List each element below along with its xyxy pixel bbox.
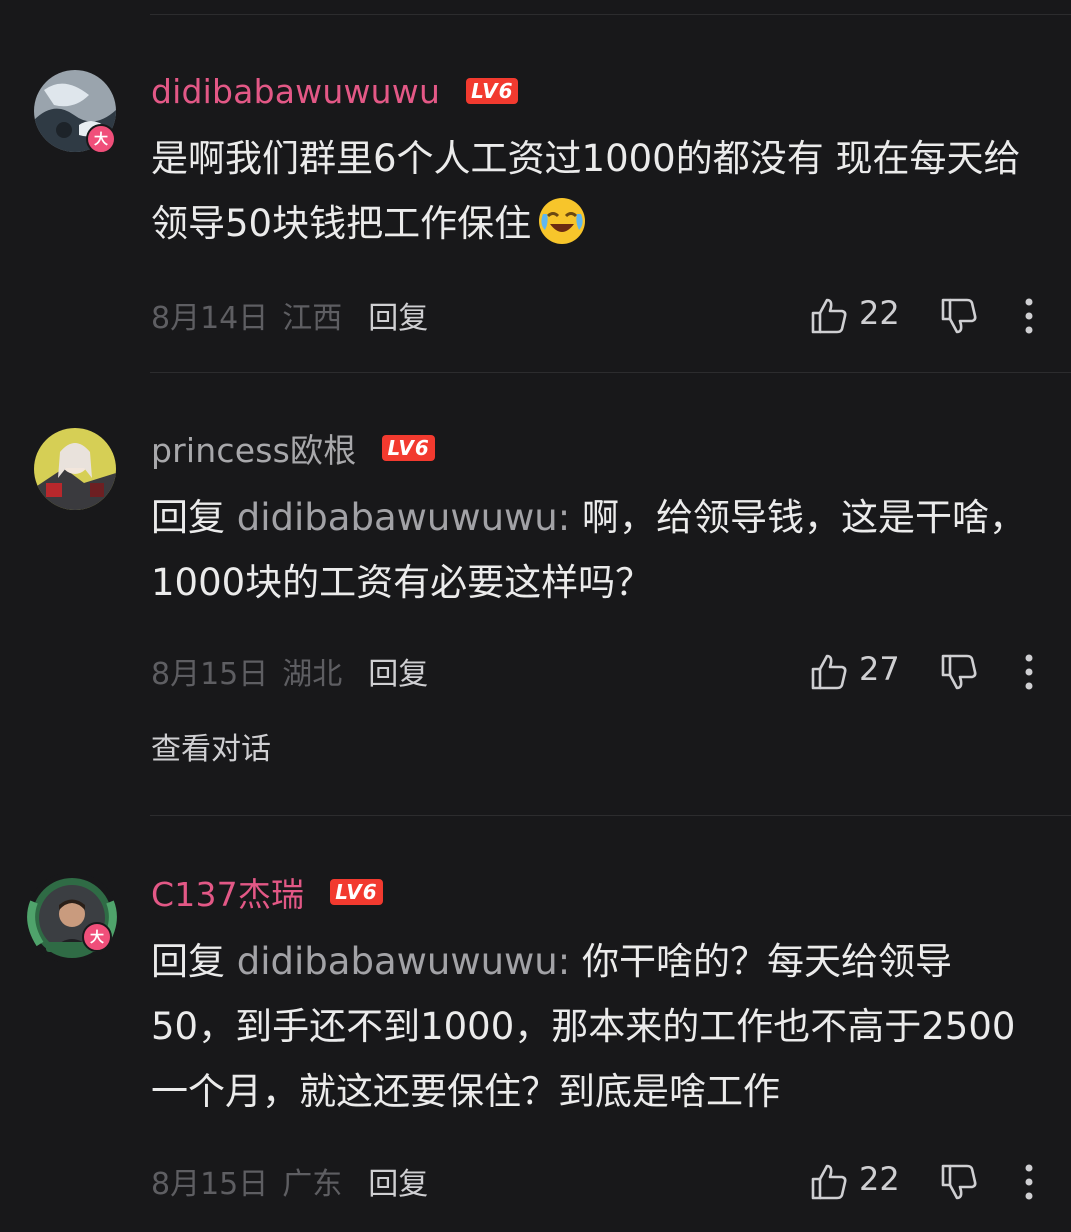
comment-text: 回复 didibabawuwuwu: 啊，给领导钱，这是干啥，1000块的工资有… xyxy=(151,485,1031,615)
more-options-icon[interactable] xyxy=(1023,296,1035,336)
reply-prefix: 回复 xyxy=(151,940,225,983)
comment-date: 8月15日 xyxy=(151,657,269,692)
comment-location: 江西 xyxy=(282,301,343,336)
like-count: 22 xyxy=(859,294,900,332)
comment-date: 8月15日 xyxy=(151,1167,269,1202)
username[interactable]: didibabawuwuwu xyxy=(151,72,440,111)
more-options-icon[interactable] xyxy=(1023,652,1035,692)
vip-badge: 大 xyxy=(82,922,112,952)
comment-meta: 8月15日 湖北 回复 27 xyxy=(151,646,1071,696)
reply-button[interactable]: 回复 xyxy=(368,293,428,337)
comment-header: didibabawuwuwu LV6 xyxy=(151,71,519,111)
comment-divider xyxy=(150,815,1071,816)
username[interactable]: princess欧根 xyxy=(151,424,356,472)
crying-laughing-emoji-icon xyxy=(539,198,586,244)
reply-button[interactable]: 回复 xyxy=(368,649,428,693)
thumbs-up-icon[interactable] xyxy=(809,296,849,336)
reply-target-username[interactable]: didibabawuwuwu: xyxy=(237,940,570,983)
reply-target-username[interactable]: didibabawuwuwu: xyxy=(237,496,570,539)
avatar[interactable] xyxy=(26,872,118,964)
comment-location: 湖北 xyxy=(282,657,343,692)
comment-actions: 22 xyxy=(771,290,1071,340)
like-count: 22 xyxy=(859,1160,900,1198)
comment-header: C137杰瑞 LV6 xyxy=(151,872,383,914)
vip-badge: 大 xyxy=(86,124,116,154)
level-badge: LV6 xyxy=(466,78,519,104)
comment-location: 广东 xyxy=(282,1167,343,1202)
thumbs-up-icon[interactable] xyxy=(809,1162,849,1202)
more-options-icon[interactable] xyxy=(1023,1162,1035,1202)
like-count: 27 xyxy=(859,650,900,688)
comment-meta: 8月15日 广东 回复 22 xyxy=(151,1156,1071,1206)
thumbs-down-icon[interactable] xyxy=(939,1162,979,1202)
username[interactable]: C137杰瑞 xyxy=(151,868,304,916)
reply-prefix: 回复 xyxy=(151,496,225,539)
comment-date: 8月14日 xyxy=(151,301,269,336)
view-conversation-link[interactable]: 查看对话 xyxy=(151,724,271,768)
avatar[interactable] xyxy=(34,428,116,510)
thumbs-up-icon[interactable] xyxy=(809,652,849,692)
comment-actions: 27 xyxy=(771,646,1071,696)
top-divider xyxy=(150,14,1071,15)
thumbs-down-icon[interactable] xyxy=(939,296,979,336)
level-badge: LV6 xyxy=(330,879,383,905)
comment-header: princess欧根 LV6 xyxy=(151,428,435,470)
thumbs-down-icon[interactable] xyxy=(939,652,979,692)
comment-actions: 22 xyxy=(771,1156,1071,1206)
level-badge: LV6 xyxy=(382,435,435,461)
comment-divider xyxy=(150,372,1071,373)
comment-text: 回复 didibabawuwuwu: 你干啥的？每天给领导50，到手还不到100… xyxy=(151,929,1031,1124)
comment-text: 是啊我们群里6个人工资过1000的都没有 现在每天给领导50块钱把工作保住 xyxy=(151,126,1031,256)
comment-meta: 8月14日 江西 回复 22 xyxy=(151,290,1071,340)
reply-button[interactable]: 回复 xyxy=(368,1159,428,1203)
